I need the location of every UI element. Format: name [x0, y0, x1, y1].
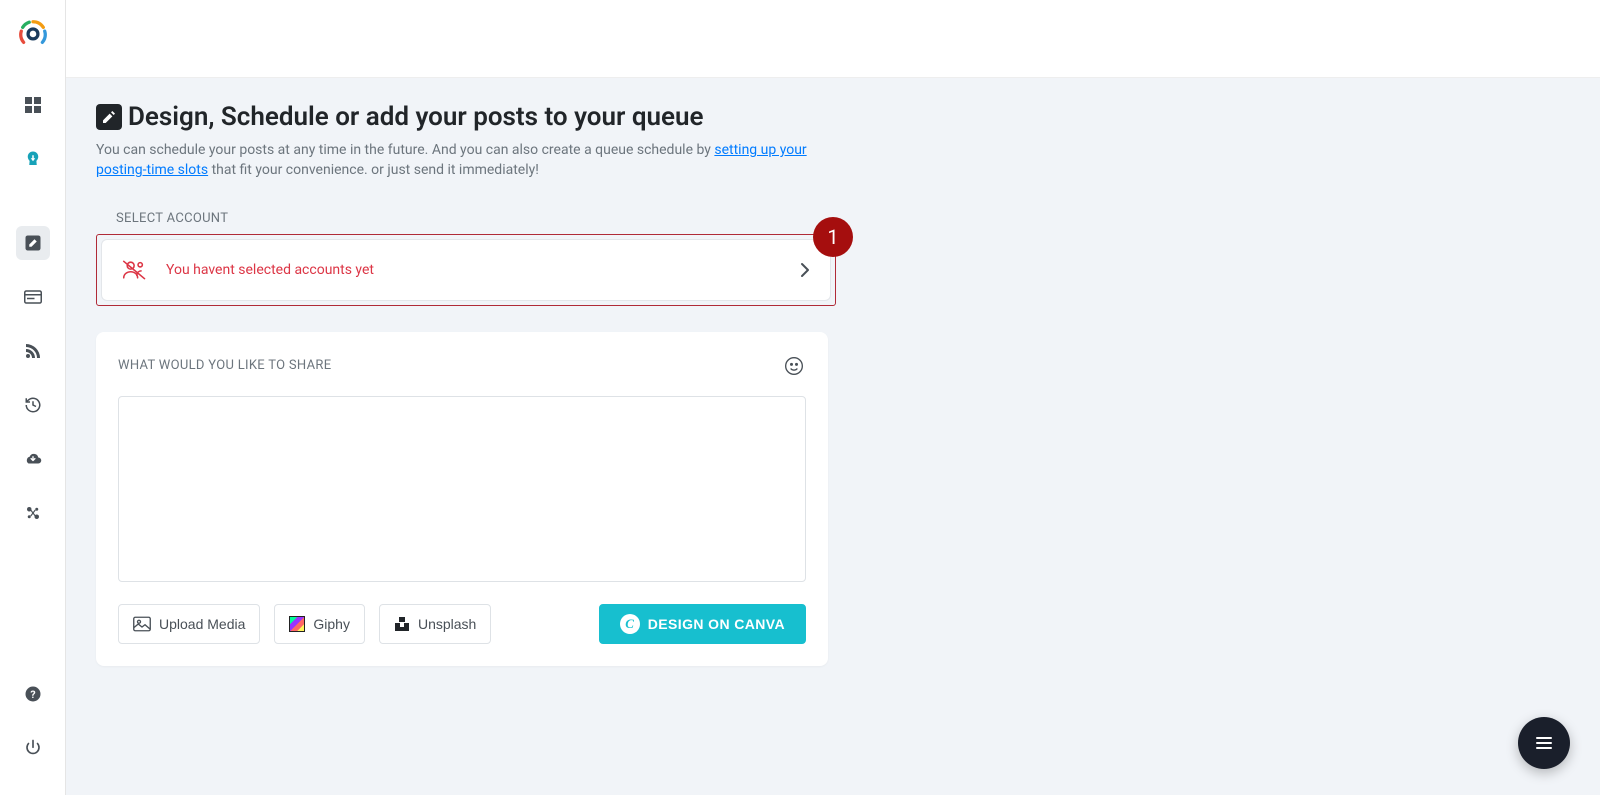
nav-download[interactable]: [16, 442, 50, 476]
compose-textarea[interactable]: [118, 396, 806, 582]
page-title-text: Design, Schedule or add your posts to yo…: [128, 102, 704, 132]
unsplash-icon: [394, 616, 410, 632]
unsplash-label: Unsplash: [418, 616, 476, 632]
app-logo: [18, 18, 48, 48]
compose-card: WHAT WOULD YOU LIKE TO SHARE Upload Medi…: [96, 332, 828, 666]
floating-menu-button[interactable]: [1518, 717, 1570, 769]
unsplash-button[interactable]: Unsplash: [379, 604, 491, 644]
share-label: WHAT WOULD YOU LIKE TO SHARE: [118, 358, 331, 373]
compose-icon: [96, 104, 122, 130]
upload-label: Upload Media: [159, 616, 245, 632]
topbar: [66, 0, 1600, 78]
select-account-message: You havent selected accounts yet: [166, 262, 374, 278]
giphy-button[interactable]: Giphy: [274, 604, 365, 644]
nav-boost[interactable]: [16, 142, 50, 176]
giphy-icon: [289, 616, 305, 632]
nav-cards[interactable]: [16, 280, 50, 314]
step-badge: 1: [813, 217, 853, 257]
select-account-button[interactable]: You havent selected accounts yet: [101, 239, 831, 301]
nav-compose[interactable]: [16, 226, 50, 260]
page-subtitle: You can schedule your posts at any time …: [96, 140, 816, 181]
emoji-picker-button[interactable]: [782, 354, 806, 378]
giphy-label: Giphy: [313, 616, 350, 632]
page-title: Design, Schedule or add your posts to yo…: [96, 102, 1570, 132]
subtitle-suffix: that fit your convenience. or just send …: [212, 162, 539, 178]
image-icon: [133, 616, 151, 632]
no-account-icon: [122, 259, 148, 281]
upload-media-button[interactable]: Upload Media: [118, 604, 260, 644]
nav-help[interactable]: ?: [16, 677, 50, 711]
nav-settings[interactable]: [16, 496, 50, 530]
nav-dashboard[interactable]: [16, 88, 50, 122]
nav-rss[interactable]: [16, 334, 50, 368]
nav-power[interactable]: [16, 731, 50, 765]
chevron-right-icon: [800, 262, 810, 278]
design-on-canva-button[interactable]: C DESIGN ON CANVA: [599, 604, 806, 644]
select-account-highlight: You havent selected accounts yet 1: [96, 234, 836, 306]
canva-icon: C: [620, 614, 640, 634]
content: Design, Schedule or add your posts to yo…: [66, 78, 1600, 795]
sidebar: ?: [0, 0, 66, 795]
main-area: Design, Schedule or add your posts to yo…: [66, 0, 1600, 795]
canva-label: DESIGN ON CANVA: [648, 616, 785, 632]
nav-history[interactable]: [16, 388, 50, 422]
subtitle-prefix: You can schedule your posts at any time …: [96, 142, 714, 158]
svg-text:?: ?: [30, 688, 35, 701]
